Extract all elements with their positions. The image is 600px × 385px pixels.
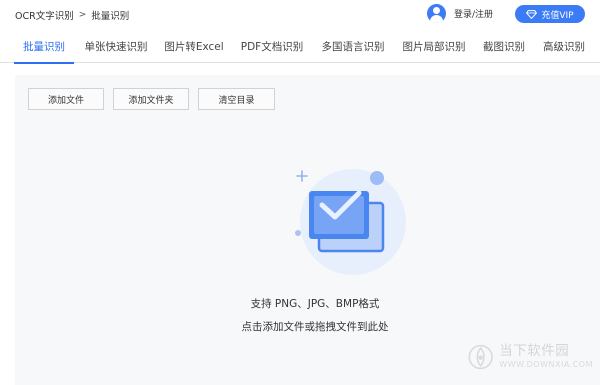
breadcrumb-root[interactable]: OCR文字识别 (15, 8, 74, 22)
tab-image-to-excel[interactable]: 图片转Excel (160, 30, 228, 63)
watermark-english: WWW.DOWNXIA.COM (499, 360, 593, 370)
drop-hint-text: 点击添加文件或拖拽文件到此处 (241, 321, 389, 333)
downxia-logo-icon (468, 344, 493, 370)
tab-image-partial-recognition[interactable]: 图片局部识别 (397, 30, 471, 63)
header-bar: OCR文字识别 > 批量识别 登录/注册 充值VIP (0, 0, 600, 30)
recharge-vip-button[interactable]: 充值VIP (515, 5, 585, 23)
add-file-button[interactable]: 添加文件 (28, 88, 104, 110)
feature-tabs: 批量识别 单张快速识别 图片转Excel PDF文档识别 多国语言识别 图片局部… (0, 30, 600, 64)
vip-label: 充值VIP (541, 10, 574, 21)
user-login-area[interactable]: 登录/注册 (427, 4, 493, 23)
watermark-chinese: 当下软件园 (499, 342, 570, 359)
clear-list-button[interactable]: 清空目录 (198, 88, 275, 110)
watermark-text: 当下软件园 WWW.DOWNXIA.COM (499, 342, 593, 370)
image-check-icon[interactable] (295, 165, 415, 275)
tab-batch-recognition[interactable]: 批量识别 (14, 30, 74, 64)
diamond-icon (526, 9, 538, 19)
breadcrumb-current: 批量识别 (91, 11, 130, 22)
tab-single-quick-recognition[interactable]: 单张快速识别 (80, 30, 152, 63)
breadcrumb: OCR文字识别 > 批量识别 (15, 8, 129, 22)
tab-screenshot-recognition[interactable]: 截图识别 (478, 30, 530, 63)
ocr-app-window: OCR文字识别 > 批量识别 登录/注册 充值VIP 批量识别 单张快速识别 图… (0, 0, 600, 385)
add-folder-button[interactable]: 添加文件夹 (113, 88, 189, 110)
login-register-link[interactable]: 登录/注册 (454, 7, 493, 20)
tab-multilingual-recognition[interactable]: 多国语言识别 (316, 30, 390, 63)
user-avatar-icon[interactable] (427, 4, 446, 23)
breadcrumb-separator: > (78, 10, 87, 20)
supported-formats-text: 支持 PNG、JPG、BMP格式 (250, 298, 380, 310)
watermark-logo: 当下软件园 WWW.DOWNXIA.COM (468, 337, 593, 377)
tab-pdf-recognition[interactable]: PDF文档识别 (236, 30, 308, 63)
tab-advanced-recognition[interactable]: 高级识别 (538, 30, 590, 63)
